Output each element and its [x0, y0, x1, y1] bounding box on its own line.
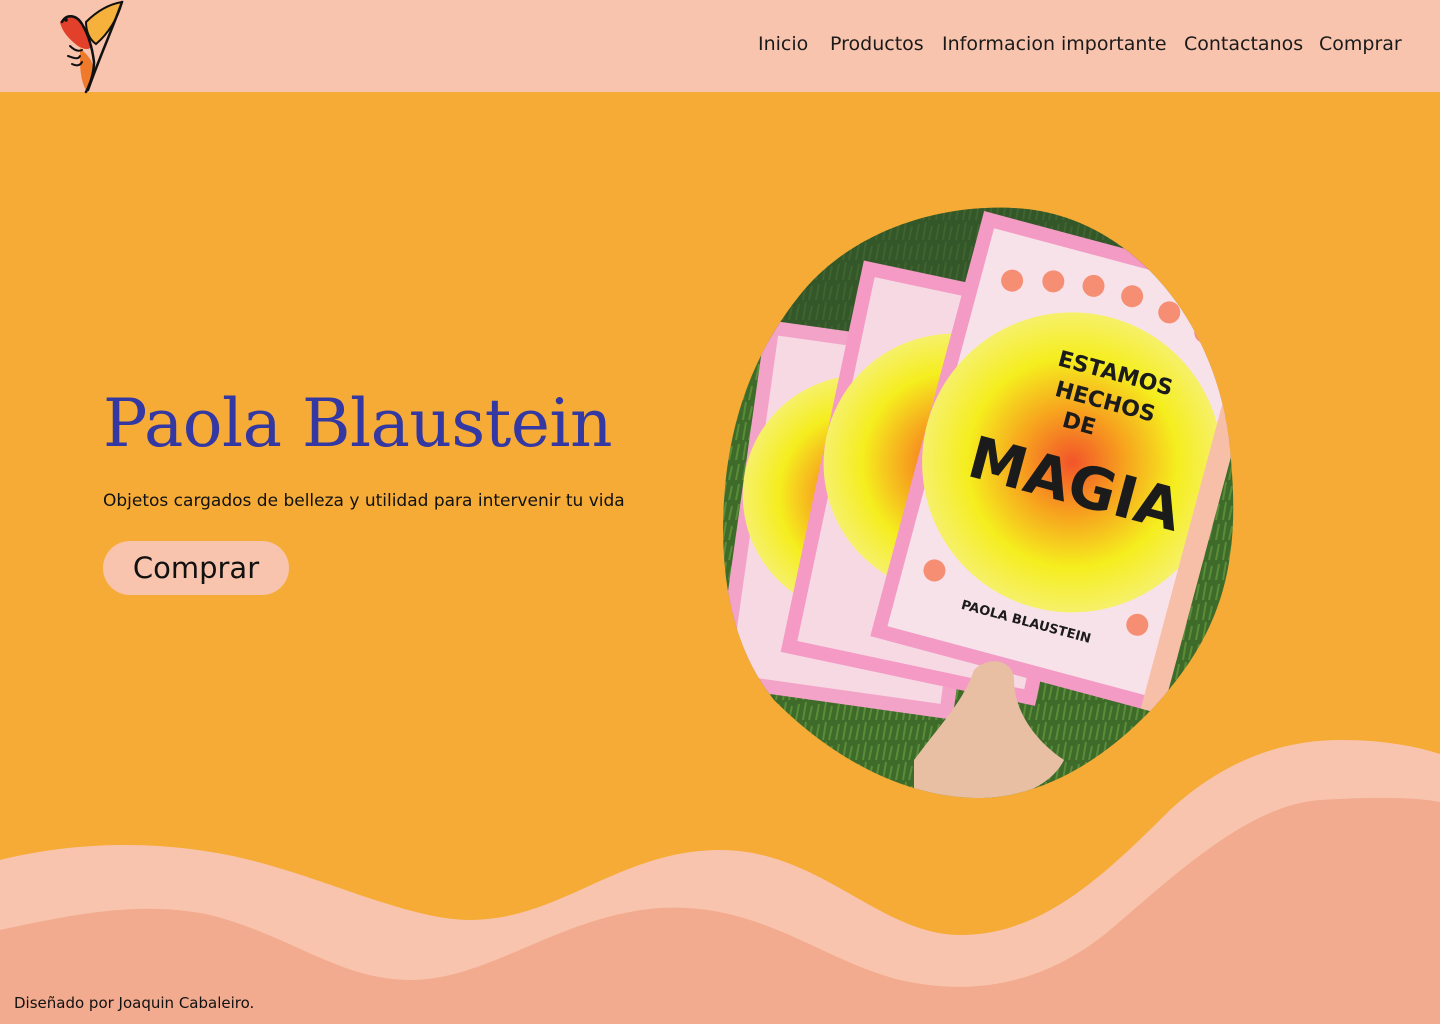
wave-decoration	[0, 740, 1440, 1024]
nav-informacion-importante[interactable]: Informacion importante	[942, 33, 1167, 55]
hero-title: Paola Blaustein	[103, 385, 613, 462]
footer-credit: Diseñado por Joaquin Cabaleiro.	[14, 994, 255, 1012]
nav-productos[interactable]: Productos	[830, 33, 924, 55]
hero-subtitle: Objetos cargados de belleza y utilidad p…	[103, 491, 625, 511]
nav-contactanos[interactable]: Contactanos	[1184, 33, 1303, 55]
product-photo: ESTAMOS HECHOS DE MAGIA PAOLA BLAUSTEIN	[723, 207, 1234, 799]
site-header: Inicio Productos Informacion importante …	[0, 0, 1440, 94]
hero-buy-button[interactable]: Comprar	[103, 541, 289, 595]
nav-inicio[interactable]: Inicio	[758, 33, 808, 55]
nav-comprar[interactable]: Comprar	[1319, 33, 1402, 55]
bird-logo-icon[interactable]	[52, 0, 126, 94]
